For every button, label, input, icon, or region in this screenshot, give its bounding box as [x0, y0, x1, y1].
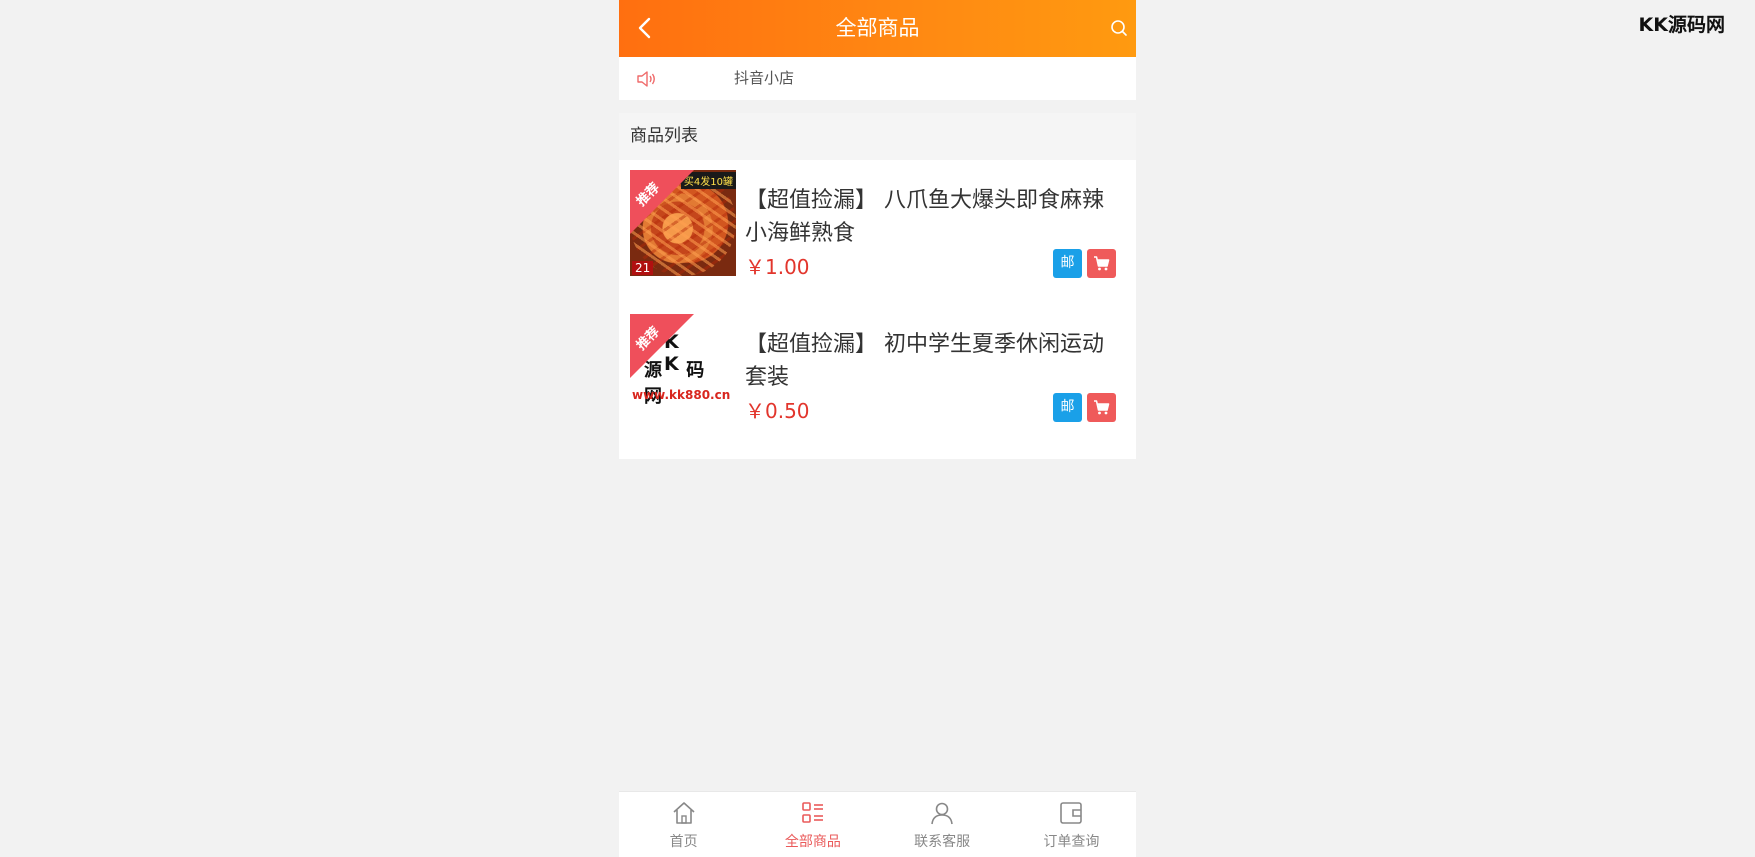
list-icon	[802, 802, 823, 823]
page-title: 全部商品	[835, 16, 920, 40]
tab-order-lookup[interactable]: 订单查询	[1007, 792, 1136, 857]
product-name[interactable]: 【超值捡漏】 八爪鱼大爆头即食麻辣小海鲜熟食	[745, 184, 1125, 250]
home-icon	[673, 802, 695, 824]
tab-label: 订单查询	[1043, 834, 1100, 850]
top-bar: 全部商品	[619, 0, 1136, 57]
tab-all-products[interactable]: 全部商品	[748, 792, 877, 857]
thumb-number: 21	[632, 261, 654, 275]
thumb-url: www.kk880.cn	[632, 388, 731, 402]
cart-icon	[1094, 256, 1110, 271]
free-shipping-button[interactable]: 邮	[1053, 249, 1082, 278]
speaker-icon	[636, 69, 658, 89]
tab-customer-service[interactable]: 联系客服	[878, 792, 1007, 857]
product-list: 商品列表 买4发10罐 21 推荐 【超值捡漏】 八爪鱼大爆头即食麻辣小海鲜熟食…	[619, 113, 1136, 459]
bottom-tab-bar: 首页 全部商品 联系客服 订单查询	[619, 791, 1136, 857]
product-image[interactable]: 买4发10罐 21 推荐	[630, 170, 736, 276]
product-price: ￥1.00	[745, 255, 810, 279]
product-list-title: 商品列表	[619, 113, 1136, 160]
tab-label: 联系客服	[914, 834, 971, 850]
product-price: ￥0.50	[745, 399, 810, 423]
search-icon[interactable]	[1110, 19, 1128, 37]
notice-bar: 抖音小店	[619, 57, 1136, 100]
mobile-page: 全部商品 抖音小店 商品列表 买4发10罐 21 推荐 【超值捡漏】 八爪鱼大爆…	[619, 0, 1136, 857]
product-image[interactable]: K K 源 码 网 www.kk880.cn 推荐	[630, 314, 736, 420]
product-name[interactable]: 【超值捡漏】 初中学生夏季休闲运动套装	[745, 328, 1125, 394]
add-to-cart-button[interactable]	[1087, 393, 1116, 422]
notice-text[interactable]: 抖音小店	[734, 57, 794, 100]
product-item[interactable]: 买4发10罐 21 推荐 【超值捡漏】 八爪鱼大爆头即食麻辣小海鲜熟食 ￥1.0…	[619, 160, 1136, 290]
site-watermark: KK源码网	[1638, 14, 1725, 36]
tab-label: 全部商品	[784, 834, 841, 850]
cart-icon	[1094, 400, 1110, 415]
tab-home[interactable]: 首页	[619, 792, 748, 857]
tab-label: 首页	[669, 834, 698, 850]
user-icon	[931, 802, 953, 825]
wallet-icon	[1060, 802, 1083, 824]
add-to-cart-button[interactable]	[1087, 249, 1116, 278]
product-item[interactable]: K K 源 码 网 www.kk880.cn 推荐 【超值捡漏】 初中学生夏季休…	[619, 304, 1136, 434]
free-shipping-button[interactable]: 邮	[1053, 393, 1082, 422]
